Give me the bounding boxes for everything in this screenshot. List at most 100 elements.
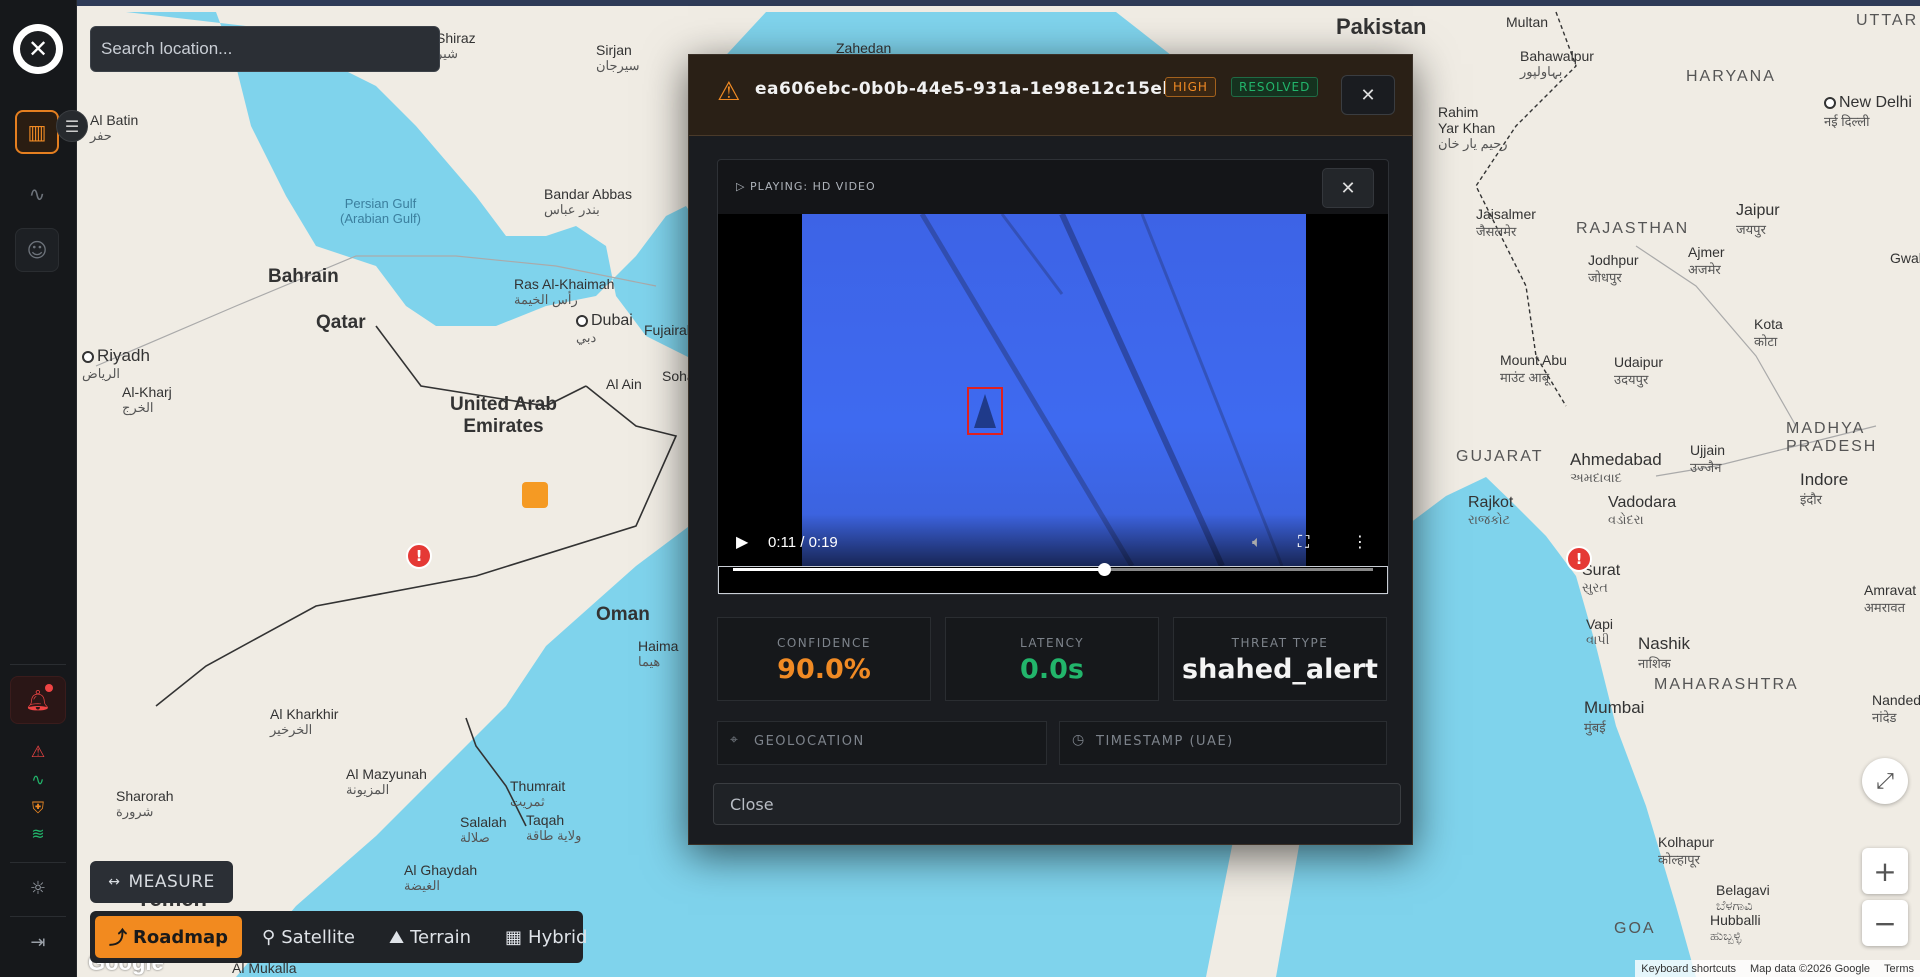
- zoom-in-button[interactable]: +: [1862, 848, 1908, 894]
- layer-label: Satellite: [281, 926, 355, 948]
- video-card: ▷ PLAYING: HD VIDEO ✕ ▶ 0:11 / 0:19 🔈︎ ⛶…: [717, 159, 1389, 595]
- progress-knob[interactable]: [1098, 563, 1112, 576]
- map-label-al-kharkhir: Al Kharkhir الخرخير: [270, 706, 339, 737]
- map-label-uttar: UTTAR: [1856, 12, 1919, 29]
- sidebar-divider: [10, 664, 66, 665]
- video-player[interactable]: ▶ 0:11 / 0:19 🔈︎ ⛶ ⋮: [718, 214, 1388, 566]
- map-marker-alert[interactable]: !: [406, 543, 432, 569]
- map-label-jodhpur: Jodhpur जोधपुर: [1588, 252, 1639, 285]
- video-close-button[interactable]: ✕: [1322, 168, 1374, 208]
- sidebar-item-users[interactable]: ☺: [15, 228, 59, 272]
- volume-icon[interactable]: 🔈︎: [1252, 532, 1262, 552]
- sidebar-item-map[interactable]: ▥: [15, 110, 59, 154]
- satellite-icon: ⚲: [262, 926, 276, 948]
- fullscreen-icon[interactable]: ⛶: [1298, 532, 1309, 552]
- map-label-mount-abu: Mount Abu माउंट आबू: [1500, 352, 1567, 385]
- map-label-fujairah: Fujairah: [644, 322, 695, 338]
- latency-label: LATENCY: [1019, 636, 1085, 650]
- more-options-icon[interactable]: ⋮: [1352, 532, 1368, 551]
- map-label-bandar-abbas: Bandar Abbas بندر عباس: [544, 186, 632, 217]
- logout-icon[interactable]: ⇥: [26, 932, 50, 953]
- map-label-madhya-pradesh: MADHYA PRADESH: [1786, 420, 1878, 455]
- map-data-text: Map data ©2026 Google: [1750, 962, 1871, 975]
- map-marker-event[interactable]: [522, 482, 548, 508]
- map-label-haima: Haima هيما: [638, 638, 679, 669]
- layer-terrain-button[interactable]: ⛰ Terrain: [375, 916, 485, 958]
- map-label-sharorah: Sharorah شرورة: [116, 788, 174, 819]
- menu-toggle-button[interactable]: ☰: [56, 110, 88, 142]
- keyboard-shortcuts-link[interactable]: Keyboard shortcuts: [1641, 963, 1736, 975]
- map-label-ahmedabad: Ahmedabad અમદાવાદ: [1570, 450, 1662, 485]
- hamburger-icon: ☰: [64, 116, 80, 136]
- map-label-mumbai: Mumbai मुंबई: [1584, 698, 1645, 735]
- threat-type-value: shahed_alert: [1182, 654, 1378, 685]
- geolocation-box: ⌖ GEOLOCATION: [717, 721, 1047, 765]
- layer-roadmap-button[interactable]: ⤴ Roadmap: [95, 916, 243, 958]
- map-label-nanded: Nanded नांदेड: [1872, 692, 1920, 725]
- timestamp-box: ◷ TIMESTAMP (UAE): [1059, 721, 1387, 765]
- map-label-thumrait: Thumrait ثمريت: [510, 778, 566, 809]
- layer-hybrid-button[interactable]: ▦ Hybrid: [491, 916, 601, 958]
- confidence-label: CONFIDENCE: [776, 636, 871, 650]
- map-label-al-batin: Al Batin حفر: [90, 112, 139, 143]
- clock-icon: ◷: [1072, 732, 1085, 748]
- modal-close-x-button[interactable]: ✕: [1341, 75, 1395, 115]
- map-label-qatar: Qatar: [316, 312, 366, 333]
- map-label-dubai: Dubai دبي: [576, 312, 633, 345]
- severity-badge: HIGH: [1165, 77, 1216, 97]
- map-label-taqah: Taqah ولاية طاقة: [526, 812, 582, 843]
- timestamp-label: TIMESTAMP (UAE): [1096, 734, 1234, 749]
- layer-label: Terrain: [410, 926, 472, 948]
- sidebar-divider: [10, 916, 66, 917]
- activity-status-icon: ∿: [31, 770, 45, 789]
- latency-card: LATENCY 0.0s: [945, 617, 1159, 701]
- map-label-rajasthan: RAJASTHAN: [1576, 220, 1690, 237]
- map-label-ras-al-khaimah: Ras Al-Khaimah رأس الخيمة: [514, 276, 615, 307]
- map-label-gwalior: Gwali: [1890, 250, 1920, 266]
- zoom-out-button[interactable]: −: [1862, 900, 1908, 946]
- fullscreen-map-button[interactable]: ⤢: [1862, 758, 1908, 804]
- map-label-udaipur: Udaipur उदयपुर: [1614, 354, 1664, 387]
- play-outline-icon: ▷: [736, 180, 746, 193]
- close-label: Close: [730, 794, 774, 814]
- map-label-kolhapur: Kolhapur कोल्हापूर: [1658, 834, 1715, 867]
- measure-button[interactable]: ↔ MEASURE: [90, 861, 233, 903]
- map-icon: ▥: [27, 120, 47, 144]
- map-label-shiraz: Shiraz شیر: [436, 30, 476, 61]
- incident-id: ea606ebc-0b0b-44e5-931a-1e98e12c15eb: [755, 79, 1176, 99]
- measure-label: MEASURE: [128, 872, 215, 892]
- map-label-ajmer: Ajmer अजमेर: [1688, 244, 1725, 277]
- map-label-oman: Oman: [596, 604, 650, 625]
- sidebar-item-activity[interactable]: ∿: [15, 172, 59, 216]
- layer-satellite-button[interactable]: ⚲ Satellite: [248, 916, 369, 958]
- alert-triangle-icon: ⚠: [30, 742, 46, 761]
- play-icon[interactable]: ▶: [736, 532, 748, 551]
- activity-icon: ∿: [28, 182, 46, 206]
- map-attribution: Keyboard shortcuts Map data ©2026 Google…: [1635, 960, 1920, 977]
- detection-bounding-box: [967, 387, 1003, 435]
- map-label-vapi: Vapi વાપી: [1586, 616, 1613, 647]
- map-label-bahawalpur: Bahawalpur بہاولپور: [1520, 48, 1594, 79]
- layer-label: Roadmap: [133, 926, 229, 948]
- map-label-riyadh: Riyadh الرياض: [82, 346, 150, 381]
- close-button[interactable]: Close: [713, 783, 1401, 825]
- map-type-switcher: ⤴ Roadmap ⚲ Satellite ⛰ Terrain ▦ Hybrid: [90, 911, 588, 963]
- app-logo[interactable]: ✕: [13, 24, 63, 74]
- video-progress-bar[interactable]: [718, 563, 1388, 594]
- map-marker-alert[interactable]: !: [1566, 546, 1592, 572]
- threat-type-label: THREAT TYPE: [1231, 636, 1329, 650]
- terms-link[interactable]: Terms: [1884, 963, 1914, 975]
- playing-label: PLAYING: HD VIDEO: [749, 180, 876, 193]
- map-label-al-mazyunah: Al Mazyunah المزيونة: [346, 766, 427, 797]
- search-input[interactable]: [90, 26, 440, 72]
- sidebar-divider: [10, 862, 66, 863]
- notifications-button[interactable]: 🔔︎: [10, 676, 66, 724]
- map-label-sirjan: Sirjan سیرجان: [596, 42, 640, 73]
- latency-value: 0.0s: [1020, 654, 1084, 685]
- theme-toggle-icon[interactable]: ☼: [26, 878, 50, 899]
- status-badge: RESOLVED: [1231, 77, 1319, 97]
- water-label-persian-gulf: Bahrain Persian Gulf(Arabian Gulf): [340, 196, 421, 226]
- map-label-hubballi: Hubballi ಹುಬ್ಬಳ್ಳಿ: [1710, 912, 1761, 943]
- grid-icon: ▦: [505, 926, 523, 948]
- plus-icon: +: [1873, 854, 1897, 888]
